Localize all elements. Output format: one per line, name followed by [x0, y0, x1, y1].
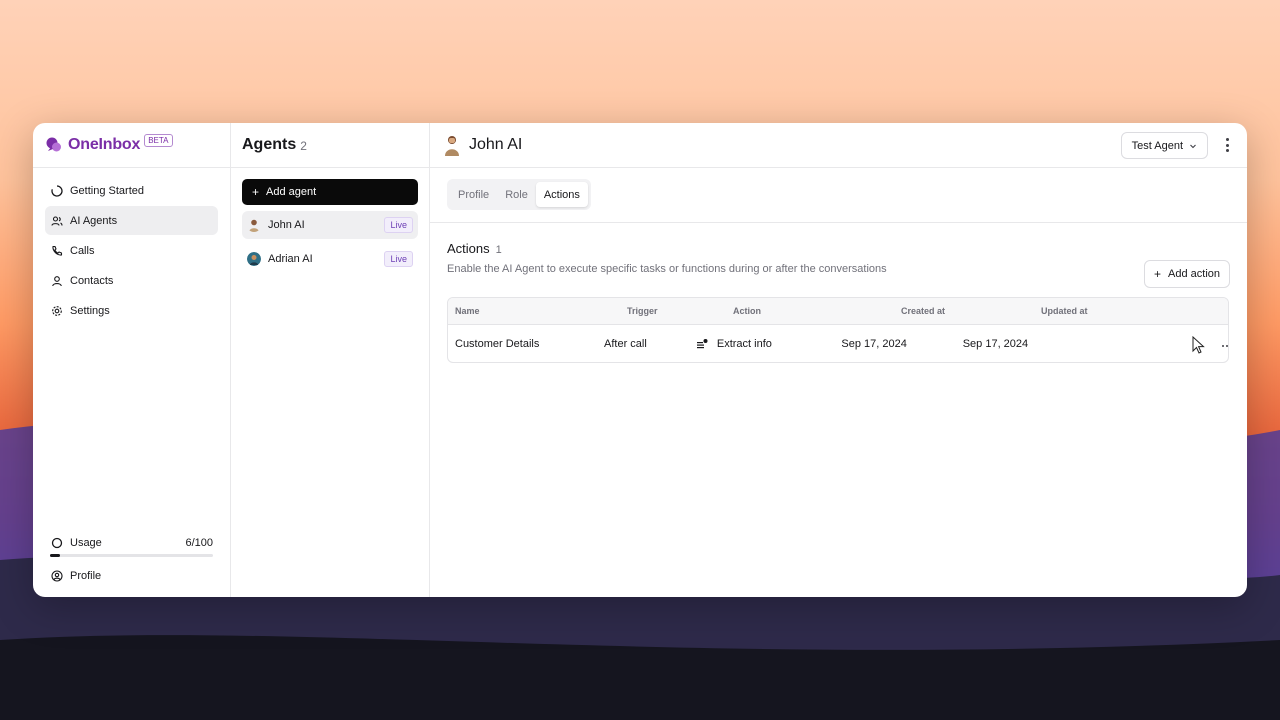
- agent-avatar-icon: [445, 136, 459, 156]
- section-title: Actions 1: [447, 241, 1230, 256]
- sidebar-item-label: Settings: [70, 304, 110, 317]
- sidebar-item-label: Calls: [70, 244, 95, 257]
- profile-label: Profile: [70, 570, 102, 582]
- user-circle-icon: [51, 570, 63, 582]
- agent-name: John AI: [268, 219, 305, 231]
- agent-item-adrian-ai[interactable]: Adrian AI Live: [242, 245, 418, 273]
- mouse-cursor-icon: [1192, 336, 1205, 354]
- agent-avatar-icon: [247, 252, 261, 266]
- row-more-icon[interactable]: [1222, 344, 1228, 347]
- tab-list: Profile Role Actions: [447, 179, 591, 210]
- sidebar-item-label: AI Agents: [70, 214, 118, 227]
- column-header-name: Name: [455, 306, 480, 316]
- action-label: Extract info: [716, 337, 772, 350]
- agents-list: + Add agent John AI Live Adrian AI Live: [231, 168, 429, 284]
- loader-icon: [51, 184, 63, 197]
- add-agent-button[interactable]: + Add agent: [242, 179, 418, 205]
- cell-updated: Sep 17, 2024: [962, 337, 1029, 350]
- sidebar-item-label: Contacts: [70, 274, 114, 287]
- usage-label: Usage: [70, 537, 102, 549]
- gear-icon: [52, 305, 62, 316]
- usage-value: 6/100: [185, 537, 213, 549]
- sidebar-item-label: Getting Started: [70, 184, 144, 197]
- plus-icon: +: [1154, 267, 1162, 281]
- actions-heading: Actions: [447, 241, 490, 256]
- usage-ring-icon: [51, 537, 63, 549]
- brand-name[interactable]: OneInbox: [68, 136, 140, 154]
- profile-link[interactable]: Profile: [45, 567, 213, 585]
- agents-panel: Agents 2 + Add agent John AI Live Adrian…: [231, 123, 430, 597]
- column-header-action: Action: [733, 306, 761, 316]
- cell-created: Sep 17, 2024: [841, 337, 907, 350]
- tab-actions[interactable]: Actions: [535, 182, 588, 207]
- tab-role[interactable]: Role: [497, 182, 536, 207]
- agent-detail: John AI Test Agent Profile Role Actions …: [430, 123, 1247, 597]
- cell-name: Customer Details: [455, 337, 540, 350]
- table-header: Name Trigger Action Created at Updated a…: [448, 298, 1228, 325]
- sidebar-item-settings[interactable]: Settings: [45, 296, 218, 325]
- sidebar-item-getting-started[interactable]: Getting Started: [45, 176, 218, 205]
- sidebar: OneInbox BETA Getting Started AI Agents …: [33, 123, 231, 597]
- agent-avatar-icon: [249, 219, 259, 232]
- sidebar-item-calls[interactable]: Calls: [45, 236, 218, 265]
- column-header-created: Created at: [901, 306, 946, 316]
- oneinbox-logo-icon: [46, 137, 61, 152]
- actions-section: Actions 1 Enable the AI Agent to execute…: [430, 223, 1247, 381]
- agent-detail-header: John AI Test Agent: [430, 123, 1247, 168]
- tabs-bar: Profile Role Actions: [430, 168, 1247, 223]
- agents-title: Agents: [242, 136, 297, 153]
- cell-trigger: After call: [604, 337, 647, 350]
- sidebar-footer: Usage 6/100 Profile: [45, 534, 213, 585]
- tab-profile[interactable]: Profile: [450, 182, 497, 207]
- actions-count: 1: [495, 244, 502, 256]
- agent-item-john-ai[interactable]: John AI Live: [242, 211, 418, 239]
- table-row[interactable]: Customer Details After call Extract info…: [448, 325, 1228, 362]
- test-agent-label: Test Agent: [1131, 139, 1183, 152]
- page-title: John AI: [469, 136, 523, 153]
- usage-progress-fill: [50, 554, 60, 557]
- app-window: OneInbox BETA Getting Started AI Agents …: [33, 123, 1247, 597]
- plus-icon: +: [252, 185, 260, 199]
- add-action-label: Add action: [1168, 268, 1220, 280]
- agent-name: Adrian AI: [268, 253, 313, 265]
- extract-info-icon: [696, 338, 708, 348]
- brand-header: OneInbox BETA: [33, 123, 230, 168]
- sidebar-item-contacts[interactable]: Contacts: [45, 266, 218, 295]
- column-header-trigger: Trigger: [627, 306, 658, 316]
- test-agent-dropdown[interactable]: Test Agent: [1120, 132, 1208, 159]
- status-badge: Live: [384, 251, 413, 267]
- user-icon: [52, 275, 62, 286]
- phone-icon: [52, 245, 63, 256]
- sidebar-item-ai-agents[interactable]: AI Agents: [45, 206, 218, 235]
- add-action-button[interactable]: + Add action: [1144, 260, 1230, 288]
- section-description: Enable the AI Agent to execute specific …: [447, 263, 887, 275]
- more-options-icon[interactable]: [1221, 138, 1233, 152]
- actions-table: Name Trigger Action Created at Updated a…: [447, 297, 1229, 363]
- cell-menu: [1084, 338, 1228, 350]
- agents-count: 2: [300, 139, 307, 153]
- agents-header: Agents 2: [231, 123, 429, 168]
- usage-progress-bar: [50, 554, 213, 557]
- usage-row[interactable]: Usage 6/100: [45, 534, 213, 552]
- users-icon: [51, 215, 63, 226]
- status-badge: Live: [384, 217, 413, 233]
- add-agent-label: Add agent: [266, 186, 317, 198]
- column-header-updated: Updated at: [1041, 306, 1088, 316]
- beta-badge: BETA: [144, 133, 173, 147]
- cell-action: Extract info: [696, 338, 842, 350]
- sidebar-nav: Getting Started AI Agents Calls Contacts…: [33, 168, 230, 334]
- chevron-down-icon: [1190, 144, 1196, 148]
